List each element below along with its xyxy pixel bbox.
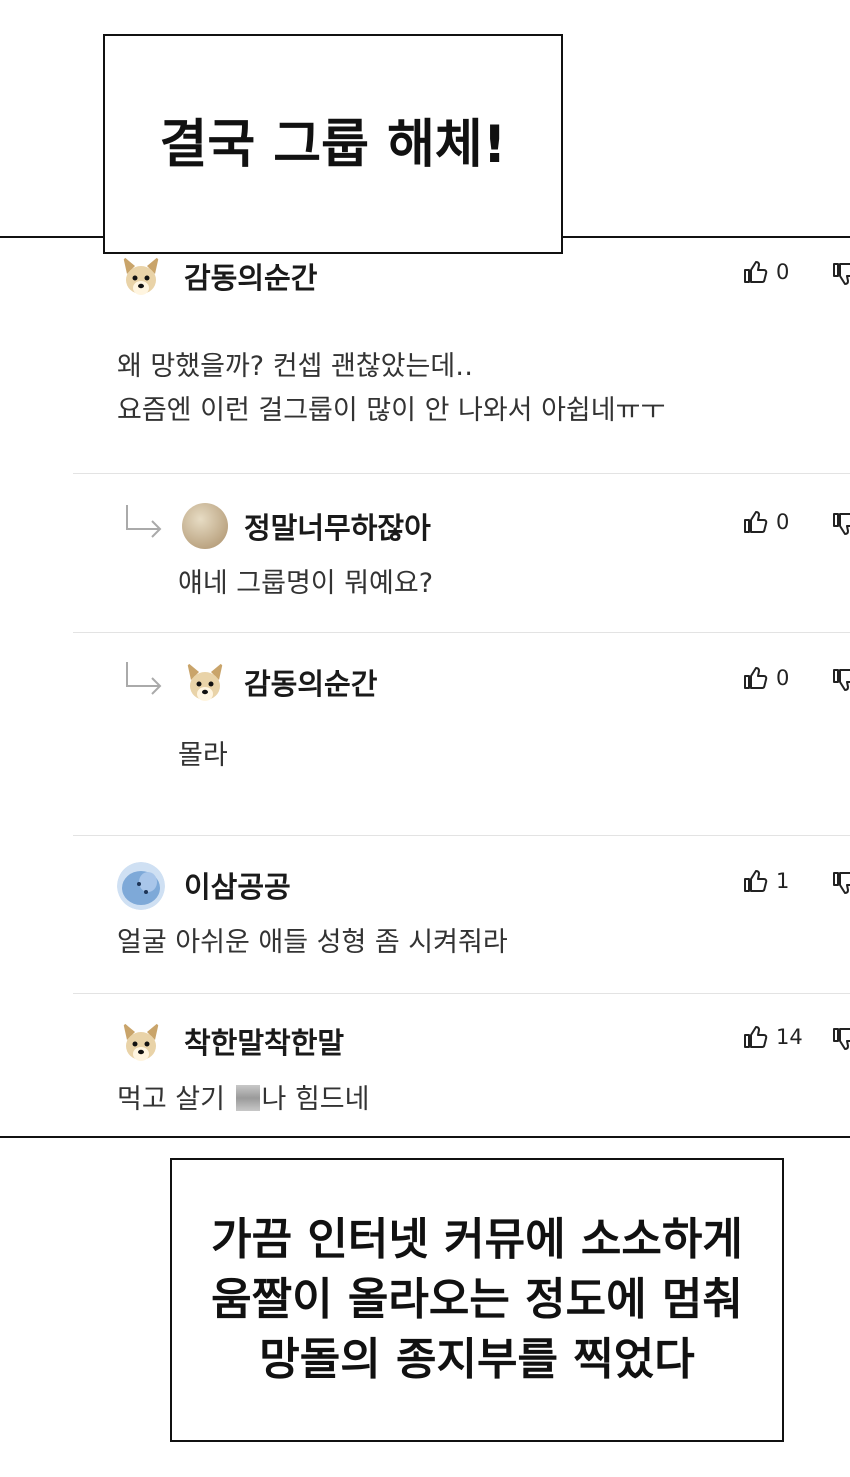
comment-text: 요즘엔 이런 걸그룹이 많이 안 나와서 아쉽네ㅠㅜ [117,395,666,426]
like-count: 0 [776,510,790,534]
comment-text-before: 먹고 살기 [117,1084,234,1115]
like-count: 1 [776,869,790,893]
dog-avatar-icon[interactable] [117,252,165,300]
like-button[interactable]: 1 [742,868,789,894]
dislike-button[interactable] [831,1026,850,1052]
dislike-button[interactable] [831,870,850,896]
comment-text-after: 나 힘드네 [261,1084,370,1115]
reply-arrow-icon [126,505,162,538]
like-count: 0 [776,666,790,690]
top-caption-text: 결국 그룹 해체! [159,114,507,175]
comment-divider [73,993,850,994]
comment-divider [73,835,850,836]
thumbs-up-icon [744,870,768,892]
bottom-caption-lines: 가끔 인터넷 커뮤에 소소하게 움짤이 올라오는 정도에 멈춰 망돌의 종지부를… [211,1210,743,1390]
reply-arrow-icon [126,662,162,695]
comment-nickname[interactable]: 이삼공공 [184,864,291,906]
like-button[interactable]: 0 [742,259,789,285]
dislike-button[interactable] [831,261,850,287]
beige-circle-avatar-icon[interactable] [181,502,229,550]
bottom-caption-box: 가끔 인터넷 커뮤에 소소하게 움짤이 올라오는 정도에 멈춰 망돌의 종지부를… [170,1158,784,1442]
like-count: 14 [776,1025,803,1049]
comment-text: 몰라 [178,740,228,771]
comment-text: 얘네 그룹명이 뭐예요? [178,568,434,599]
thumbs-down-icon [833,513,850,535]
thumbs-up-icon [744,667,768,689]
thumbs-up-icon [744,261,768,283]
thumbs-down-icon [833,872,850,894]
thumbs-up-icon [744,1026,768,1048]
dog-avatar-icon[interactable] [181,658,229,706]
comment-nickname[interactable]: 정말너무하잖아 [244,505,431,547]
dislike-button[interactable] [831,667,850,693]
comment-nickname[interactable]: 감동의순간 [244,661,377,703]
like-button[interactable]: 14 [742,1024,803,1050]
censor-blur [235,1085,260,1111]
comment-divider [73,473,850,474]
bottom-caption-line: 움짤이 올라오는 정도에 멈춰 [211,1274,743,1325]
comment-nickname[interactable]: 감동의순간 [184,255,317,297]
bottom-caption-line: 가끔 인터넷 커뮤에 소소하게 [211,1214,743,1265]
like-count: 0 [776,260,790,284]
thumbs-down-icon [833,669,850,691]
dislike-button[interactable] [831,511,850,537]
like-button[interactable]: 0 [742,509,789,535]
comment-text: 얼굴 아쉬운 애들 성형 좀 시켜줘라 [117,927,508,958]
blue-creature-avatar-icon[interactable] [117,862,165,910]
top-caption-box: 결국 그룹 해체! [103,34,563,254]
comment-text: 먹고 살기 나 힘드네 [117,1078,369,1122]
like-button[interactable]: 0 [742,665,789,691]
comment-nickname[interactable]: 착한말착한말 [184,1020,344,1062]
comment-text: 왜 망했을까? 컨셉 괜찮았는데‥ [117,351,474,382]
comment-divider [73,632,850,633]
thumbs-down-icon [833,1028,850,1050]
thumbs-down-icon [833,263,850,285]
thumbs-up-icon [744,511,768,533]
bottom-caption-line: 망돌의 종지부를 찍었다 [259,1334,695,1385]
dog-avatar-icon[interactable] [117,1018,165,1066]
panel-bottom-border [0,1136,850,1138]
